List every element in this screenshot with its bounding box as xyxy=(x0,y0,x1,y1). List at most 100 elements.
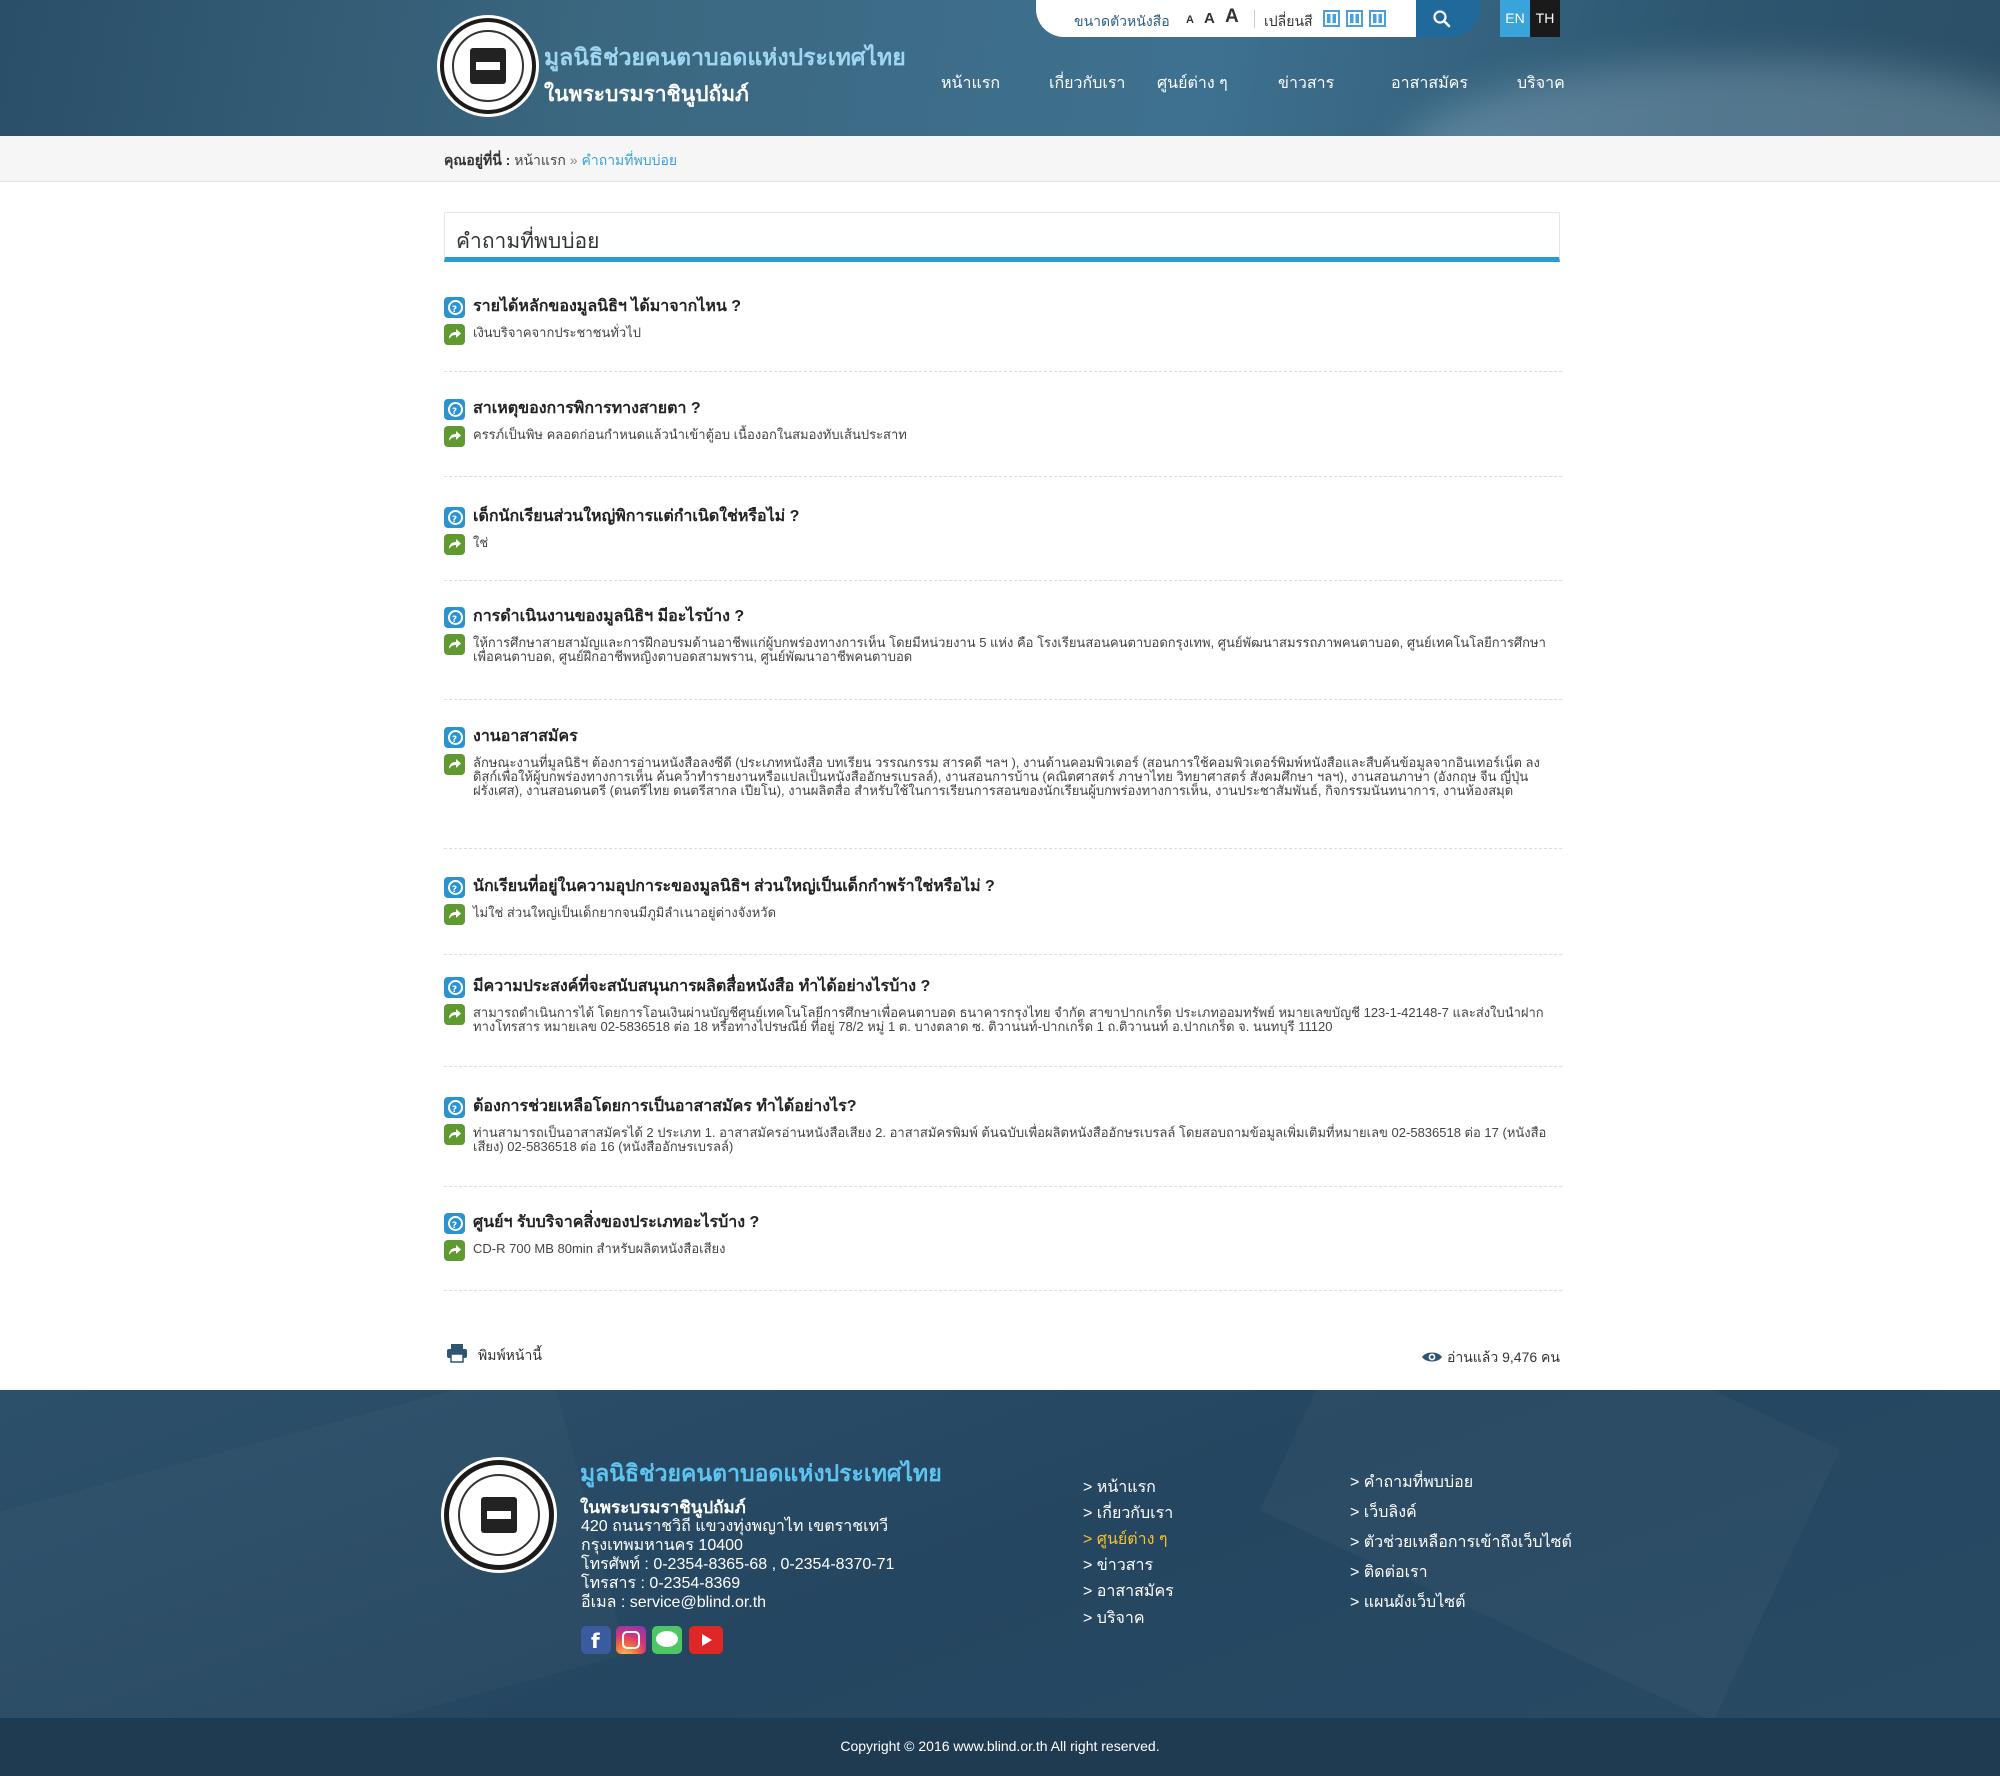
search-button[interactable] xyxy=(1416,0,1480,37)
footer-link-faq[interactable]: > คำถามที่พบบ่อย xyxy=(1350,1470,1473,1495)
faq-answer: เงินบริจาคจากประชาชนทั่วไป xyxy=(444,324,1562,345)
printer-icon xyxy=(447,1344,467,1363)
color-theme-3-icon[interactable] xyxy=(1369,10,1386,27)
faq-answer: ไม่ใช่ ส่วนใหญ่เป็นเด็กยากจนมีภูมิลำเนาอ… xyxy=(444,904,1562,925)
footer-link-news[interactable]: > ข่าวสาร xyxy=(1083,1553,1153,1578)
site-footer: มูลนิธิช่วยคนตาบอดแห่งประเทศไทย ในพระบรม… xyxy=(0,1390,2000,1718)
answer-arrow-icon xyxy=(444,426,465,447)
faq-answer-text: CD-R 700 MB 80min สำหรับผลิตหนังสือเสียง xyxy=(473,1241,726,1256)
footer-link-donate[interactable]: > บริจาค xyxy=(1083,1606,1145,1631)
answer-arrow-icon xyxy=(444,1240,465,1261)
faq-question: นักเรียนที่อยู่ในความอุปการะของมูลนิธิฯ … xyxy=(444,877,1562,900)
faq-answer-text: ไม่ใช่ ส่วนใหญ่เป็นเด็กยากจนมีภูมิลำเนาอ… xyxy=(473,905,777,920)
faq-divider xyxy=(444,580,1562,581)
site-title-line1: มูลนิธิช่วยคนตาบอดแห่งประเทศไทย xyxy=(544,44,906,70)
faq-question: งานอาสาสมัคร xyxy=(444,727,1562,750)
faq-answer-text: เงินบริจาคจากประชาชนทั่วไป xyxy=(473,325,642,340)
footer-link-about[interactable]: > เกี่ยวกับเรา xyxy=(1083,1501,1173,1526)
faq-divider xyxy=(444,954,1562,955)
faq-answer-text: ใช่ xyxy=(473,535,489,550)
faq-item: การดำเนินงานของมูลนิธิฯ มีอะไรบ้าง ? ให้… xyxy=(444,607,1562,700)
view-count-text: อ่านแล้ว 9,476 คน xyxy=(1446,1349,1560,1365)
faq-item: ต้องการช่วยเหลือโดยการเป็นอาสาสมัคร ทำได… xyxy=(444,1097,1562,1187)
faq-question: มีความประสงค์ที่จะสนับสนุนการผลิตสื่อหนั… xyxy=(444,977,1562,1000)
faq-question-text: มีความประสงค์ที่จะสนับสนุนการผลิตสื่อหนั… xyxy=(473,978,931,995)
footer-link-centers[interactable]: > ศูนย์ต่าง ๆ xyxy=(1083,1527,1167,1552)
footer-link-volunteer[interactable]: > อาสาสมัคร xyxy=(1083,1579,1174,1604)
youtube-icon[interactable] xyxy=(689,1626,723,1654)
faq-divider xyxy=(444,848,1562,849)
nav-centers[interactable]: ศูนย์ต่าง ๆ xyxy=(1157,71,1228,96)
question-icon xyxy=(444,399,465,422)
address-line: 420 ถนนราชวิถี แขวงทุ่งพญาไท เขตราชเทวี xyxy=(581,1518,889,1535)
search-icon xyxy=(1433,10,1451,28)
faq-question-text: เด็กนักเรียนส่วนใหญ่พิการแต่กำเนิดใช่หรื… xyxy=(473,508,800,525)
question-icon xyxy=(444,607,465,630)
faq-divider xyxy=(444,1290,1562,1291)
header-background-glow xyxy=(1400,60,2000,136)
faq-answer: สามารถดำเนินการได้ โดยการโอนเงินผ่านบัญช… xyxy=(444,1004,1562,1034)
site-title-line2: ในพระบรมราชินูปถัมภ์ xyxy=(544,83,749,106)
faq-item: นักเรียนที่อยู่ในความอุปการะของมูลนิธิฯ … xyxy=(444,877,1562,955)
question-icon xyxy=(444,297,465,320)
answer-arrow-icon xyxy=(444,754,465,775)
facebook-icon[interactable]: f xyxy=(581,1626,611,1654)
view-counter: อ่านแล้ว 9,476 คน xyxy=(1421,1347,1560,1369)
faq-answer: CD-R 700 MB 80min สำหรับผลิตหนังสือเสียง xyxy=(444,1240,1562,1261)
faq-answer: ลักษณะงานที่มูลนิธิฯ ต้องการอ่านหนังสือล… xyxy=(444,754,1562,798)
breadcrumb-home-link[interactable]: หน้าแรก xyxy=(514,152,566,168)
faq-item: มีความประสงค์ที่จะสนับสนุนการผลิตสื่อหนั… xyxy=(444,977,1562,1067)
nav-news[interactable]: ข่าวสาร xyxy=(1278,71,1334,96)
footer-title-line1: มูลนิธิช่วยคนตาบอดแห่งประเทศไทย xyxy=(580,1460,942,1486)
line-icon[interactable] xyxy=(652,1626,682,1654)
breadcrumb-bar: คุณอยู่ที่นี่ : หน้าแรก » คำถามที่พบบ่อย xyxy=(0,136,2000,182)
nav-home[interactable]: หน้าแรก xyxy=(941,71,1000,96)
faq-item: งานอาสาสมัคร ลักษณะงานที่มูลนิธิฯ ต้องกา… xyxy=(444,727,1562,849)
question-icon xyxy=(444,1097,465,1120)
faq-divider xyxy=(444,476,1562,477)
answer-arrow-icon xyxy=(444,1004,465,1025)
nav-donate[interactable]: บริจาค xyxy=(1517,71,1565,96)
faq-question-text: นักเรียนที่อยู่ในความอุปการะของมูลนิธิฯ … xyxy=(473,878,995,895)
footer-link-home[interactable]: > หน้าแรก xyxy=(1083,1475,1156,1500)
site-title[interactable]: มูลนิธิช่วยคนตาบอดแห่งประเทศไทย ในพระบรม… xyxy=(544,40,906,111)
foundation-logo[interactable] xyxy=(440,18,536,114)
instagram-icon[interactable] xyxy=(616,1626,646,1654)
nav-volunteer[interactable]: อาสาสมัคร xyxy=(1391,71,1468,96)
font-size-large-button[interactable]: A xyxy=(1225,6,1239,28)
faq-answer: ให้การศึกษาสายสามัญและการฝึกอบรมด้านอาชี… xyxy=(444,634,1562,664)
faq-answer-text: ครรภ์เป็นพิษ คลอดก่อนกำหนดแล้วนำเข้าตู้อ… xyxy=(473,427,907,442)
color-theme-1-icon[interactable] xyxy=(1323,10,1340,27)
faq-question-text: สาเหตุของการพิการทางสายตา ? xyxy=(473,400,701,417)
lang-th-button[interactable]: TH xyxy=(1530,0,1560,37)
faq-question-text: รายได้หลักของมูลนิธิฯ ได้มาจากไหน ? xyxy=(473,298,742,315)
faq-divider xyxy=(444,1186,1562,1187)
answer-arrow-icon xyxy=(444,534,465,555)
toolbar-divider xyxy=(1254,10,1255,28)
footer-link-weblinks[interactable]: > เว็บลิงค์ xyxy=(1350,1500,1417,1525)
footer-link-accessibility[interactable]: > ตัวช่วยเหลือการเข้าถึงเว็บไซต์ xyxy=(1350,1530,1572,1555)
font-size-medium-button[interactable]: A xyxy=(1204,10,1215,27)
nav-about[interactable]: เกี่ยวกับเรา xyxy=(1049,71,1125,96)
faq-question: รายได้หลักของมูลนิธิฯ ได้มาจากไหน ? xyxy=(444,297,1562,320)
footer-link-contact[interactable]: > ติดต่อเรา xyxy=(1350,1560,1428,1585)
question-icon xyxy=(444,727,465,750)
faq-question-text: งานอาสาสมัคร xyxy=(473,728,578,745)
copyright-bar: Copyright © 2016 www.blind.or.th All rig… xyxy=(0,1718,2000,1776)
font-size-small-button[interactable]: A xyxy=(1186,14,1194,26)
print-page-label: พิมพ์หน้านี้ xyxy=(478,1347,542,1363)
email-line[interactable]: อีเมล : service@blind.or.th xyxy=(581,1593,894,1612)
answer-arrow-icon xyxy=(444,904,465,925)
faq-question-text: ศูนย์ฯ รับบริจาคสิ่งของประเภทอะไรบ้าง ? xyxy=(473,1214,760,1231)
faq-question: การดำเนินงานของมูลนิธิฯ มีอะไรบ้าง ? xyxy=(444,607,1562,630)
color-theme-2-icon[interactable] xyxy=(1346,10,1363,27)
fax-line: โทรสาร : 0-2354-8369 xyxy=(581,1575,741,1592)
address-line: กรุงเทพมหานคร 10400 xyxy=(581,1537,743,1554)
faq-item: รายได้หลักของมูลนิธิฯ ได้มาจากไหน ? เงิน… xyxy=(444,297,1562,372)
faq-answer: ท่านสามารถเป็นอาสาสมัครได้ 2 ประเภท 1. อ… xyxy=(444,1124,1562,1154)
lang-en-button[interactable]: EN xyxy=(1500,0,1530,37)
faq-question: สาเหตุของการพิการทางสายตา ? xyxy=(444,399,1562,422)
faq-question-text: ต้องการช่วยเหลือโดยการเป็นอาสาสมัคร ทำได… xyxy=(473,1098,857,1115)
footer-link-sitemap[interactable]: > แผนผังเว็บไซต์ xyxy=(1350,1590,1466,1615)
faq-item: เด็กนักเรียนส่วนใหญ่พิการแต่กำเนิดใช่หรื… xyxy=(444,507,1562,581)
